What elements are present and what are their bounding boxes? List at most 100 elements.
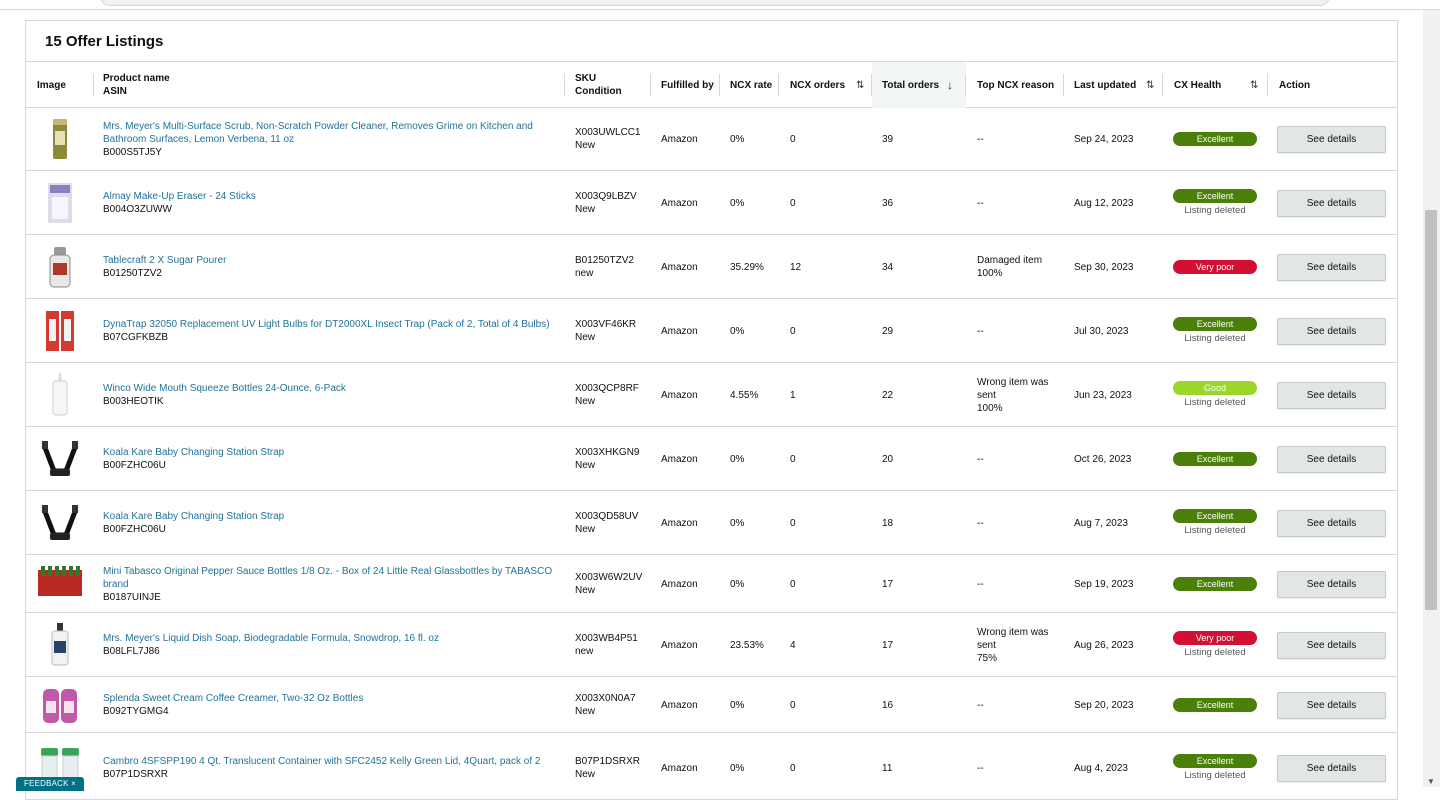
- top-reason-cell: Wrong item was sent 100%: [977, 376, 1049, 415]
- top-reason-cell: --: [977, 325, 984, 338]
- see-details-button[interactable]: See details: [1277, 382, 1386, 409]
- strap-icon[interactable]: [38, 499, 82, 547]
- col-fulfilled-label: Fulfilled by: [661, 79, 714, 91]
- sort-both-icon[interactable]: ⇅: [1146, 79, 1154, 92]
- sku-cell: X003Q9LBZV New: [575, 190, 637, 216]
- fulfilled-by-text: Amazon: [661, 326, 698, 337]
- top-reason-cell: --: [977, 517, 984, 530]
- cx-health-badge: Excellent: [1173, 509, 1257, 523]
- top-reason-cell: --: [977, 578, 984, 591]
- see-details-button[interactable]: See details: [1277, 254, 1386, 281]
- search-bar-edge[interactable]: [100, 0, 1330, 6]
- product-name-link[interactable]: Koala Kare Baby Changing Station Strap: [103, 510, 553, 523]
- top-reason-text: --: [977, 325, 984, 337]
- squeeze-bottle-icon[interactable]: [38, 371, 82, 419]
- soap-bottle-icon[interactable]: [38, 621, 82, 669]
- sort-both-icon[interactable]: ⇅: [1250, 79, 1258, 92]
- makeup-box-icon[interactable]: [38, 179, 82, 227]
- ncx-orders-text: 0: [790, 134, 796, 145]
- product-name-link[interactable]: Bathroom Surfaces, Lemon Verbena, 11 oz: [103, 133, 553, 146]
- sku-text: X003QCP8RF: [575, 383, 639, 394]
- product-name-link[interactable]: Splenda Sweet Cream Coffee Creamer, Two-…: [103, 692, 553, 705]
- product-name-link[interactable]: Mrs. Meyer's Multi-Surface Scrub, Non-Sc…: [103, 120, 553, 133]
- see-details-button[interactable]: See details: [1277, 571, 1386, 598]
- product-cell: DynaTrap 32050 Replacement UV Light Bulb…: [103, 318, 553, 344]
- fulfilled-by-text: Amazon: [661, 134, 698, 145]
- scrub-canister-icon[interactable]: [38, 115, 82, 163]
- col-cx-health[interactable]: CX Health ⇅: [1163, 62, 1268, 108]
- see-details-button[interactable]: See details: [1277, 692, 1386, 719]
- ncx-rate-text: 0%: [730, 198, 745, 209]
- condition-text: New: [575, 706, 596, 717]
- col-last-updated[interactable]: Last updated ⇅: [1064, 62, 1163, 108]
- col-fulfilled[interactable]: Fulfilled by: [651, 62, 720, 108]
- cx-health-badge: Very poor: [1173, 631, 1257, 645]
- product-name-link[interactable]: Mini Tabasco Original Pepper Sauce Bottl…: [103, 565, 553, 578]
- asin-text: B01250TZV2: [103, 268, 162, 279]
- product-name-link[interactable]: Koala Kare Baby Changing Station Strap: [103, 446, 553, 459]
- cx-health-badge: Excellent: [1173, 189, 1257, 203]
- col-ncx-orders[interactable]: NCX orders ⇅: [779, 62, 872, 108]
- product-name-link[interactable]: Tablecraft 2 X Sugar Pourer: [103, 254, 553, 267]
- top-reason-text: Wrong item was: [977, 626, 1049, 638]
- product-name-link[interactable]: Almay Make-Up Eraser - 24 Sticks: [103, 190, 553, 203]
- product-name-link[interactable]: DynaTrap 32050 Replacement UV Light Bulb…: [103, 318, 553, 331]
- sku-cell: X003XHKGN9 New: [575, 446, 639, 472]
- scrollbar-thumb[interactable]: [1425, 210, 1437, 610]
- last-updated-text: Jul 30, 2023: [1074, 326, 1129, 337]
- table-header: Image Product name ASIN SKU Condition Fulf…: [26, 62, 1397, 108]
- feedback-button[interactable]: FEEDBACK ×: [16, 777, 84, 791]
- creamer-bottles-icon[interactable]: [38, 681, 82, 729]
- sugar-pourer-icon[interactable]: [38, 243, 82, 291]
- cx-health-badge: Excellent: [1173, 577, 1257, 591]
- product-name-link[interactable]: Winco Wide Mouth Squeeze Bottles 24-Ounc…: [103, 382, 553, 395]
- ncx-rate-text: 0%: [730, 454, 745, 465]
- col-total-orders[interactable]: Total orders ↓: [872, 62, 966, 108]
- see-details-button[interactable]: See details: [1277, 632, 1386, 659]
- product-cell: Koala Kare Baby Changing Station Strap B0…: [103, 510, 553, 536]
- see-details-button[interactable]: See details: [1277, 446, 1386, 473]
- col-top-reason-label: Top NCX reason: [977, 79, 1055, 91]
- product-name-link[interactable]: brand: [103, 578, 553, 591]
- condition-text: New: [575, 396, 596, 407]
- see-details-button[interactable]: See details: [1277, 755, 1386, 782]
- top-reason-text: 100%: [977, 402, 1003, 414]
- last-updated-text: Aug 12, 2023: [1074, 198, 1134, 209]
- sku-text: B07P1DSRXR: [575, 756, 641, 767]
- condition-text: New: [575, 204, 596, 215]
- sort-down-icon[interactable]: ↓: [947, 78, 953, 92]
- bulb-pack-icon[interactable]: [38, 307, 82, 355]
- sort-both-icon[interactable]: ⇅: [856, 79, 864, 92]
- col-top-reason[interactable]: Top NCX reason: [966, 62, 1064, 108]
- see-details-button[interactable]: See details: [1277, 318, 1386, 345]
- asin-text: B092TYGMG4: [103, 706, 169, 717]
- see-details-button[interactable]: See details: [1277, 510, 1386, 537]
- see-details-button[interactable]: See details: [1277, 126, 1386, 153]
- col-sku[interactable]: SKU Condition: [565, 62, 651, 108]
- scrollbar[interactable]: ▼: [1423, 10, 1440, 787]
- tabasco-box-icon[interactable]: [38, 560, 82, 608]
- condition-text: New: [575, 585, 596, 596]
- col-image-label: Image: [37, 79, 66, 91]
- listing-deleted-note: Listing deleted: [1184, 333, 1246, 344]
- top-bar: [0, 0, 1440, 10]
- listing-deleted-note: Listing deleted: [1184, 397, 1246, 408]
- condition-text: New: [575, 332, 596, 343]
- ncx-rate-text: 35.29%: [730, 262, 764, 273]
- condition-text: New: [575, 460, 596, 471]
- strap-icon[interactable]: [38, 435, 82, 483]
- asin-text: B08LFL7J86: [103, 646, 160, 657]
- col-product[interactable]: Product name ASIN: [94, 62, 565, 108]
- col-action: Action: [1268, 62, 1397, 108]
- col-ncx-rate[interactable]: NCX rate: [720, 62, 779, 108]
- col-cx-health-label: CX Health: [1174, 79, 1222, 91]
- sku-cell: X003VF46KR New: [575, 318, 636, 344]
- total-orders-text: 18: [882, 518, 894, 529]
- scroll-down-arrow-icon[interactable]: ▼: [1427, 777, 1435, 786]
- product-name-link[interactable]: Mrs. Meyer's Liquid Dish Soap, Biodegrad…: [103, 632, 553, 645]
- see-details-button[interactable]: See details: [1277, 190, 1386, 217]
- cx-health-badge: Excellent: [1173, 452, 1257, 466]
- ncx-rate-text: 0%: [730, 763, 745, 774]
- ncx-rate-text: 0%: [730, 134, 745, 145]
- product-name-link[interactable]: Cambro 4SFSPP190 4 Qt. Translucent Conta…: [103, 755, 553, 768]
